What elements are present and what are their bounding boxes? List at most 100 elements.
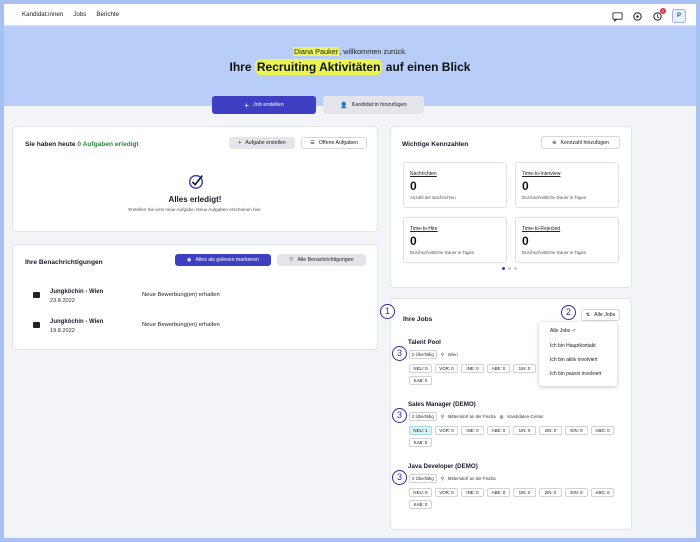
notification-title: Jungköchin - Wien xyxy=(50,319,104,325)
add-person-icon: 👤 xyxy=(340,102,348,109)
kpi-tile-time-to-hire[interactable]: Time-to-Hire 0 Durchschnittliche Dauer i… xyxy=(403,217,507,263)
job-title[interactable]: Talent Pool xyxy=(408,339,441,346)
stage-chip[interactable]: ABE: 0 xyxy=(487,488,510,497)
kpi-tile-messages[interactable]: Nachrichten 0 Anzahl der Nachrichten xyxy=(403,162,507,208)
filter-icon: ⇅ xyxy=(585,312,591,318)
notification-item[interactable]: Jungköchin - Wien 19.8.2022 Neue Bewerbu… xyxy=(33,319,363,339)
notification-item[interactable]: Jungköchin - Wien 23.8.2022 Neue Bewerbu… xyxy=(33,289,363,309)
dropdown-item-main-contact[interactable]: Ich bin Hauptkontakt xyxy=(550,343,596,349)
job-title[interactable]: Sales Manager (DEMO) xyxy=(408,401,476,408)
dropdown-item-active[interactable]: Ich bin aktiv involviert xyxy=(550,357,598,363)
notification-text: Neue Bewerbung(en) erhalten xyxy=(142,292,220,298)
stage-chip[interactable]: EIN: 0 xyxy=(565,426,588,435)
mark-all-read-button[interactable]: ◉ Alles als gelesen markieren xyxy=(175,254,271,266)
stage-chip[interactable]: VOR: 0 xyxy=(435,488,458,497)
kpi-value: 0 xyxy=(522,179,529,193)
plus-icon: + xyxy=(238,140,242,146)
notification-bell-icon[interactable]: 1 xyxy=(652,7,666,22)
job-location: Mitterndorf an der Fischa xyxy=(447,414,496,419)
carousel-dot[interactable] xyxy=(508,267,511,270)
stage-chip[interactable]: NEU: 1 xyxy=(409,426,432,435)
mark-all-read-label: Alles als gelesen markieren xyxy=(195,257,259,263)
notification-badge: 1 xyxy=(660,7,666,14)
dropdown-item-label: Alle Jobs xyxy=(550,328,571,334)
create-task-label: Aufgabe erstellen xyxy=(245,140,286,146)
marker-1: 1 xyxy=(380,304,395,319)
create-job-button[interactable]: + Job erstellen xyxy=(212,96,316,114)
stage-chip[interactable]: 2IN: 0 xyxy=(539,488,562,497)
kpi-subtext: Durchschnittliche Dauer in Tagen xyxy=(522,195,587,200)
tasks-empty-text: Erstellen Sie eine neue Aufgabe. Neue Au… xyxy=(128,207,262,212)
stage-chip[interactable]: 2IN: 0 xyxy=(539,426,562,435)
carousel-dot[interactable] xyxy=(514,267,517,270)
stage-chip[interactable]: NEU: 0 xyxy=(409,364,432,373)
carousel-dot[interactable] xyxy=(502,267,505,270)
stage-chip[interactable]: INE: 0 xyxy=(461,426,484,435)
add-kpi-button[interactable]: ⊕ Kennzahl hinzufügen xyxy=(541,136,620,149)
create-job-label: Job erstellen xyxy=(253,102,284,108)
plus-circle-icon: ⊕ xyxy=(552,139,557,146)
stage-chip[interactable]: EIN: 0 xyxy=(565,488,588,497)
stage-chip[interactable]: VOR: 0 xyxy=(435,426,458,435)
job-title[interactable]: Java Developer (DEMO) xyxy=(408,463,478,470)
kpi-label: Time-to-Hire xyxy=(410,226,438,232)
kpi-title: Wichtige Kennzahlen xyxy=(402,141,469,148)
stage-chip[interactable]: INE: 0 xyxy=(461,364,484,373)
kpi-tile-time-to-rejected[interactable]: Time-to-Rejected 0 Durchschnittliche Dau… xyxy=(515,217,619,263)
nav-item-reports[interactable]: Berichte xyxy=(96,11,119,18)
stage-chip[interactable]: INE: 0 xyxy=(461,488,484,497)
stage-chip[interactable]: NEU: 0 xyxy=(409,488,432,497)
stage-chip[interactable]: ABE: 0 xyxy=(487,364,510,373)
notification-text: Neue Bewerbung(en) erhalten xyxy=(142,322,220,328)
settings-icon[interactable] xyxy=(632,11,643,22)
stage-chip[interactable]: ABG: 0 xyxy=(591,426,614,435)
stage-chip[interactable]: KAB: 0 xyxy=(409,376,432,385)
job-channel: Kandidaten-Center xyxy=(507,414,544,419)
notifications-title: Ihre Benachrichtigungen xyxy=(25,259,103,266)
stage-chip[interactable]: KAB: 0 xyxy=(409,438,432,447)
stage-chip[interactable]: 1IN: 0 xyxy=(513,364,536,373)
eye-icon: ◉ xyxy=(187,257,192,263)
checkmark-icon: ✓ xyxy=(571,328,576,334)
kpi-subtext: Durchschnittliche Dauer in Tagen xyxy=(522,250,587,255)
overdue-badge: 0 Überfällig xyxy=(409,350,437,359)
job-location: Mitterndorf an der Fischa xyxy=(447,476,496,481)
notification-date: 19.8.2022 xyxy=(50,328,75,334)
plus-icon: + xyxy=(244,100,250,110)
stage-chip[interactable]: 1IN: 0 xyxy=(513,488,536,497)
main-nav: Kandidat:innen Jobs Berichte xyxy=(22,11,119,18)
kpi-tile-time-to-interview[interactable]: Time-to-Interview 0 Durchschnittliche Da… xyxy=(515,162,619,208)
headline-part1: Ihre xyxy=(229,60,255,74)
kpi-label: Time-to-Interview xyxy=(522,171,561,177)
briefcase-icon xyxy=(33,322,40,328)
create-task-button[interactable]: + Aufgabe erstellen xyxy=(229,137,295,149)
open-tasks-button[interactable]: ☰ Offene Aufgaben xyxy=(301,137,367,149)
notifications-card: Ihre Benachrichtigungen ◉ Alles als geles… xyxy=(12,244,378,350)
overdue-badge: 0 Überfällig xyxy=(409,412,437,421)
jobs-filter-button[interactable]: ⇅ Alle Jobs xyxy=(581,309,620,321)
nav-item-candidates[interactable]: Kandidat:innen xyxy=(22,11,63,18)
all-notifications-button[interactable]: ▽ Alle Benachrichtigungen xyxy=(277,254,366,266)
dropdown-item-all-jobs[interactable]: Alle Jobs ✓ xyxy=(550,328,576,334)
dropdown-item-passive[interactable]: Ich bin passiv involviert xyxy=(550,371,601,377)
filter-icon: ▽ xyxy=(289,257,294,263)
jobs-title: Ihre Jobs xyxy=(403,316,433,323)
stage-chip[interactable]: ABE: 0 xyxy=(487,426,510,435)
chat-icon[interactable] xyxy=(612,11,623,22)
kpi-value: 0 xyxy=(522,234,529,248)
add-candidate-button[interactable]: 👤 Kandidat:in hinzufügen xyxy=(323,96,424,114)
stage-chip[interactable]: ABG: 0 xyxy=(591,488,614,497)
add-kpi-label: Kennzahl hinzufügen xyxy=(560,139,609,146)
notification-title: Jungköchin - Wien xyxy=(50,289,104,295)
stage-chip[interactable]: KAB: 0 xyxy=(409,500,432,509)
nav-item-jobs[interactable]: Jobs xyxy=(73,11,86,18)
top-icons: 1 P xyxy=(612,7,686,23)
headline-highlight: Recruiting Aktivitäten xyxy=(254,59,383,75)
stage-chip[interactable]: 1IN: 0 xyxy=(513,426,536,435)
stage-chip[interactable]: VOR: 0 xyxy=(435,364,458,373)
headline-part2: auf einen Blick xyxy=(382,60,471,74)
user-avatar[interactable]: P xyxy=(672,9,686,23)
marker-3: 3 xyxy=(392,346,407,361)
kpi-carousel-dots[interactable] xyxy=(502,267,517,270)
welcome-text: , willkommen zurück. xyxy=(339,47,407,56)
